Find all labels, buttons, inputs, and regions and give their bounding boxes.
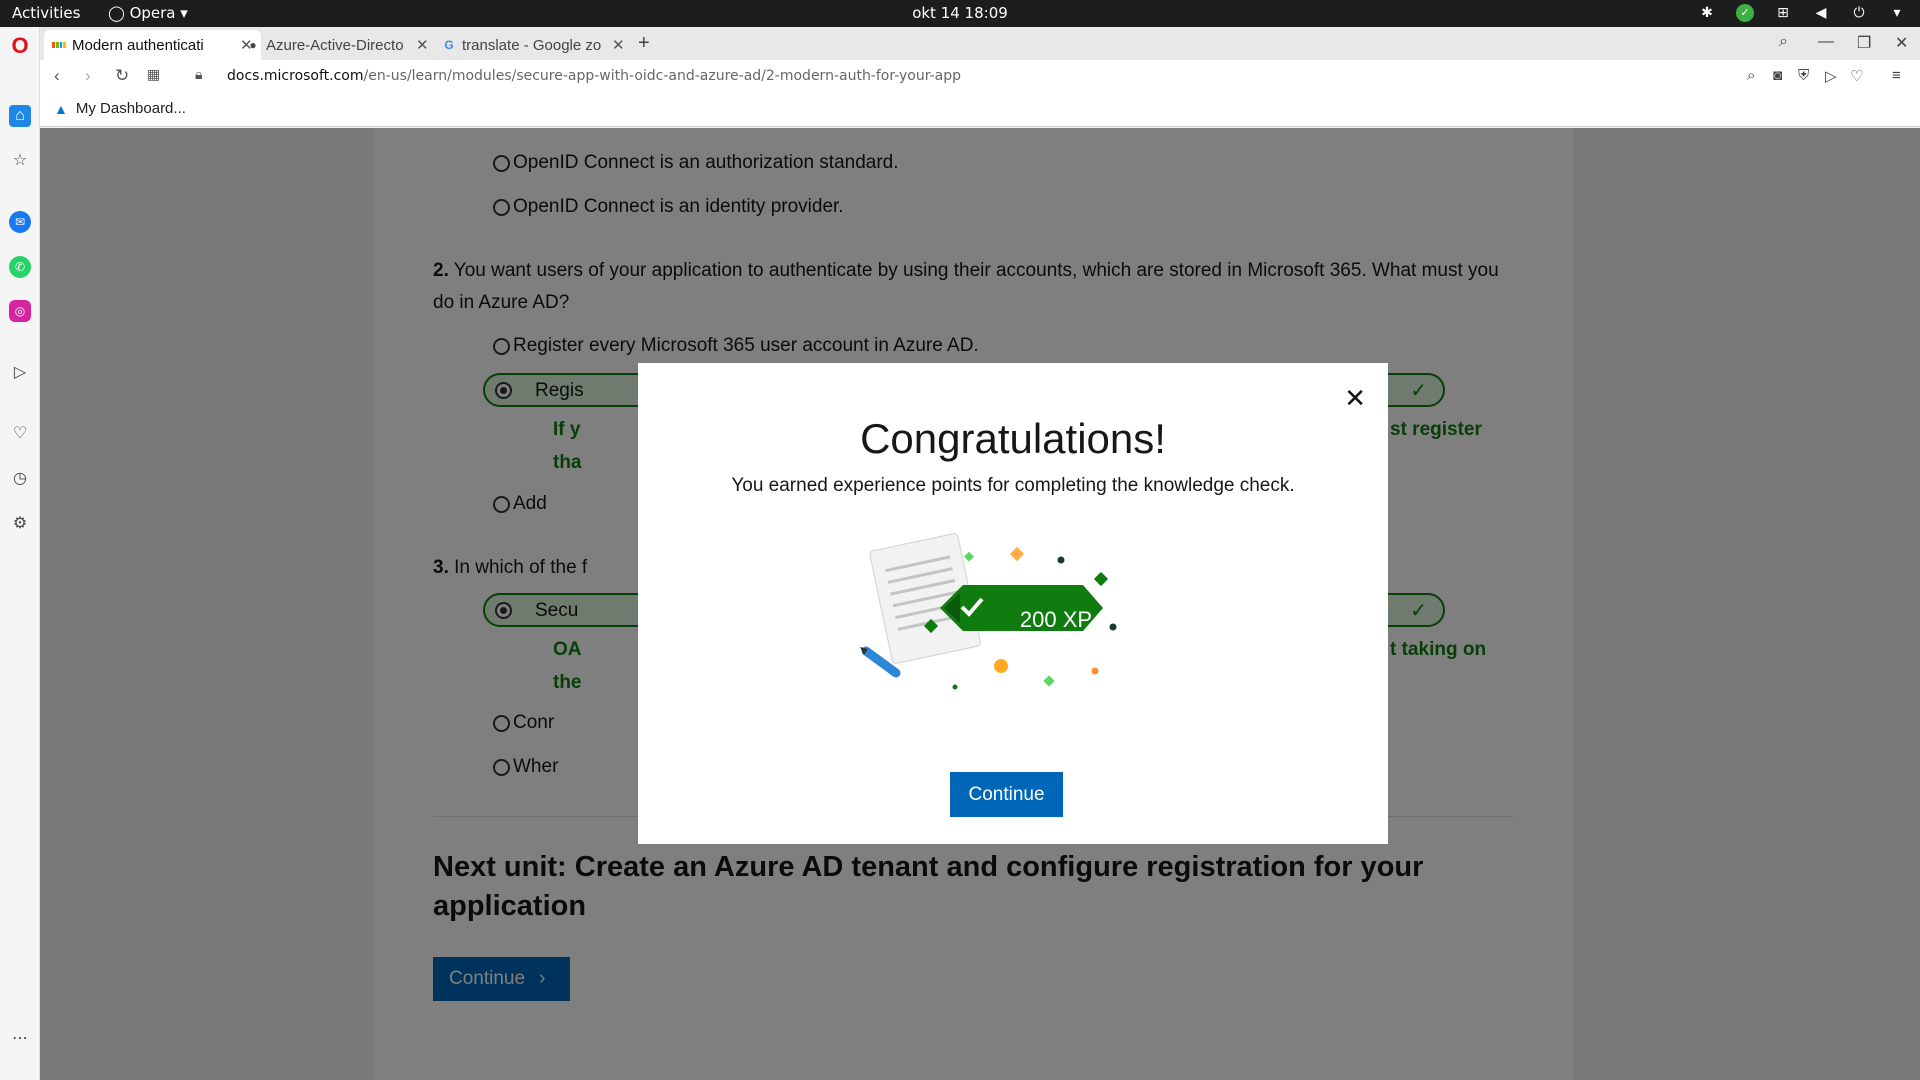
network-icon[interactable]: ⊞	[1774, 4, 1792, 22]
shield-icon[interactable]: ⛨	[1798, 67, 1809, 84]
app-menu-label: Opera	[129, 4, 176, 22]
url-domain: docs.microsoft.com	[227, 68, 364, 84]
heart-icon[interactable]: ♡	[9, 422, 31, 444]
clock[interactable]: okt 14 18:09	[912, 4, 1008, 22]
continue-button[interactable]: Continue	[950, 772, 1063, 817]
bookmark-label: My Dashboard...	[75, 100, 186, 117]
tab-title: translate - Google zo	[462, 36, 602, 54]
restore-icon[interactable]: ❐	[1857, 33, 1871, 53]
zoom-icon[interactable]: ⌕	[1747, 67, 1755, 84]
close-window-icon[interactable]: ✕	[1895, 33, 1908, 53]
forward-icon[interactable]: ›	[85, 66, 91, 86]
home-icon[interactable]: ⌂	[9, 105, 31, 127]
activities-button[interactable]: Activities	[12, 4, 80, 22]
opera-sidebar: O ⌂ ☆ ✉ ✆ ◎ ▷ ♡ ◷ ⚙ ⋯	[0, 27, 40, 1080]
xp-illustration: 200 XP	[858, 523, 1178, 713]
tab-translate-google[interactable]: G translate - Google zo ✕	[434, 30, 633, 60]
new-tab-icon[interactable]: +	[638, 32, 650, 55]
messenger-icon[interactable]: ✉	[9, 211, 31, 233]
url-path: /en-us/learn/modules/secure-app-with-oid…	[363, 68, 962, 84]
send-icon[interactable]: ▷	[9, 361, 31, 383]
chevron-down-icon: ▾	[180, 4, 188, 22]
system-tray: ✱ ✓ ⊞ ◀ ⏻ ▾	[1698, 4, 1906, 22]
whatsapp-icon[interactable]: ✆	[9, 256, 31, 278]
history-icon[interactable]: ◷	[9, 467, 31, 489]
google-favicon-icon: G	[444, 38, 454, 52]
reload-icon[interactable]: ↻	[115, 66, 129, 86]
back-icon[interactable]: ‹	[54, 66, 60, 86]
send-icon[interactable]: ▷	[1825, 67, 1837, 85]
xp-amount: 200 XP	[1019, 607, 1093, 632]
chevron-down-icon[interactable]: ▾	[1888, 4, 1906, 22]
gear-icon[interactable]: ⚙	[9, 512, 31, 534]
tab-modern-authentication[interactable]: Modern authenticati ✕	[44, 30, 261, 60]
tab-azure-active-directory[interactable]: ● Azure-Active-Directo ✕	[238, 30, 437, 60]
clock-area: okt 14 18:09	[0, 4, 1920, 22]
close-icon[interactable]: ✕	[1344, 383, 1366, 414]
slack-icon[interactable]: ✱	[1698, 4, 1716, 22]
url-field[interactable]: docs.microsoft.com/en-us/learn/modules/s…	[227, 68, 961, 84]
congratulations-dialog: ✕ Congratulations! You earned experience…	[638, 363, 1388, 844]
azure-icon: ▲	[54, 100, 68, 117]
power-icon[interactable]: ⏻	[1850, 4, 1868, 22]
check-status-icon[interactable]: ✓	[1736, 4, 1754, 22]
opera-app-icon: ◯	[108, 4, 125, 22]
instagram-icon[interactable]: ◎	[9, 300, 31, 322]
more-icon[interactable]: ⋯	[9, 1027, 31, 1049]
system-top-bar: Activities ◯ Opera ▾ okt 14 18:09 ✱ ✓ ⊞ …	[0, 0, 1920, 27]
bookmark-my-dashboard[interactable]: ▲ My Dashboard...	[54, 100, 186, 117]
microsoft-favicon-icon	[52, 38, 66, 52]
app-menu[interactable]: ◯ Opera ▾	[108, 4, 188, 22]
volume-icon[interactable]: ◀	[1812, 4, 1830, 22]
dialog-title: Congratulations!	[860, 415, 1166, 462]
bookmarks-bar: ▲ My Dashboard...	[40, 93, 1920, 127]
close-icon[interactable]: ✕	[416, 36, 429, 54]
dialog-subtitle: You earned experience points for complet…	[731, 475, 1295, 496]
tab-grid-icon[interactable]: ▦	[147, 66, 160, 83]
address-bar: ‹ › ↻ ▦ 🔒︎ docs.microsoft.com/en-us/lear…	[40, 60, 1920, 93]
menu-icon[interactable]: ≡	[1892, 67, 1901, 84]
speed-dial-icon[interactable]: ☆	[9, 149, 31, 171]
tab-title: Modern authenticati	[72, 36, 204, 54]
close-icon[interactable]: ✕	[612, 36, 625, 54]
tab-strip: Modern authenticati ✕ ● Azure-Active-Dir…	[40, 27, 1920, 60]
opera-logo-icon[interactable]: O	[9, 33, 31, 58]
camera-icon[interactable]: ◙	[1773, 67, 1782, 84]
heart-icon[interactable]: ♡	[1850, 67, 1863, 85]
minimize-icon[interactable]: —	[1818, 33, 1834, 51]
search-tabs-icon[interactable]: ⌕	[1779, 33, 1788, 51]
lock-icon: 🔒︎	[195, 66, 203, 82]
page-content: OpenID Connect is an authorization stand…	[40, 128, 1920, 1080]
tab-title: Azure-Active-Directo	[266, 36, 404, 54]
github-favicon-icon: ●	[249, 38, 257, 52]
